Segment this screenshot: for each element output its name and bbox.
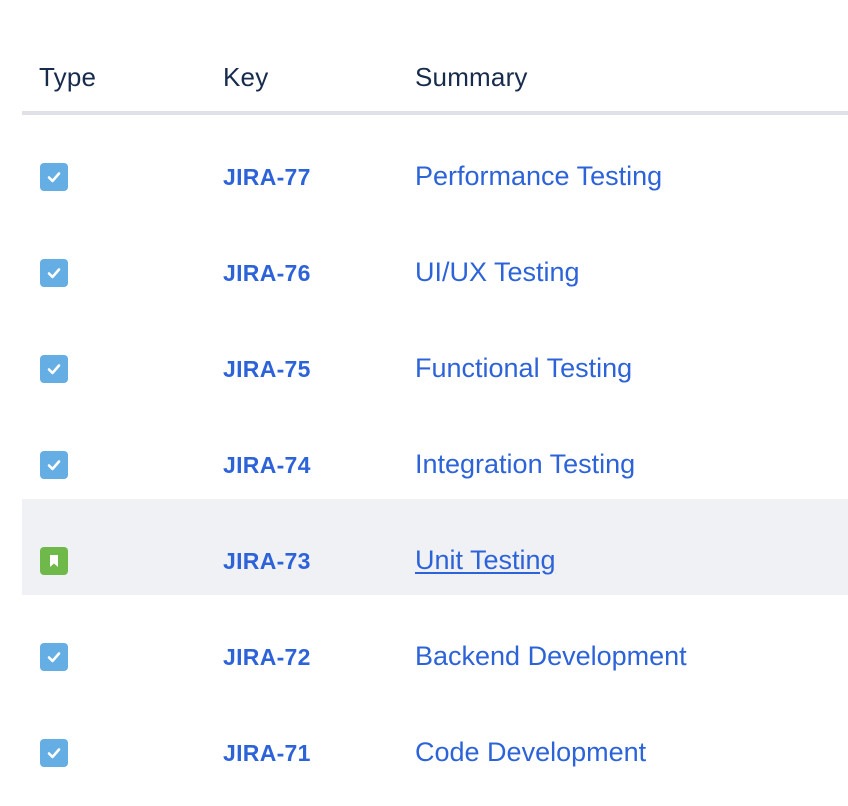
task-checkbox-icon bbox=[40, 739, 68, 767]
table-header: Type Key Summary bbox=[22, 0, 848, 115]
issue-summary-link[interactable]: Performance Testing bbox=[415, 161, 662, 192]
table-row[interactable]: JIRA-72 Backend Development bbox=[22, 595, 848, 691]
issue-key-link[interactable]: JIRA-77 bbox=[223, 164, 311, 191]
task-checkbox-icon bbox=[40, 451, 68, 479]
issue-key-link[interactable]: JIRA-75 bbox=[223, 356, 311, 383]
table-row[interactable]: JIRA-75 Functional Testing bbox=[22, 307, 848, 403]
issue-summary-link[interactable]: Functional Testing bbox=[415, 353, 632, 384]
column-header-key[interactable]: Key bbox=[223, 62, 268, 93]
issue-summary-link[interactable]: Backend Development bbox=[415, 641, 687, 672]
table-row[interactable]: JIRA-73 Unit Testing bbox=[22, 499, 848, 595]
issue-summary-link[interactable]: UI/UX Testing bbox=[415, 257, 580, 288]
issue-key-link[interactable]: JIRA-71 bbox=[223, 740, 311, 767]
column-header-summary[interactable]: Summary bbox=[415, 62, 528, 93]
task-checkbox-icon bbox=[40, 259, 68, 287]
column-header-type[interactable]: Type bbox=[39, 62, 96, 93]
issue-summary-link[interactable]: Unit Testing bbox=[415, 545, 556, 576]
task-checkbox-icon bbox=[40, 163, 68, 191]
task-checkbox-icon bbox=[40, 355, 68, 383]
issue-key-link[interactable]: JIRA-74 bbox=[223, 452, 311, 479]
story-bookmark-icon bbox=[40, 547, 68, 575]
table-row[interactable]: JIRA-77 Performance Testing bbox=[22, 115, 848, 211]
issue-key-link[interactable]: JIRA-72 bbox=[223, 644, 311, 671]
issue-key-link[interactable]: JIRA-73 bbox=[223, 548, 311, 575]
table-row[interactable]: JIRA-74 Integration Testing bbox=[22, 403, 848, 499]
issue-summary-link[interactable]: Integration Testing bbox=[415, 449, 635, 480]
issue-summary-link[interactable]: Code Development bbox=[415, 737, 646, 768]
table-row[interactable]: JIRA-71 Code Development bbox=[22, 691, 848, 787]
table-row[interactable]: JIRA-76 UI/UX Testing bbox=[22, 211, 848, 307]
issue-key-link[interactable]: JIRA-76 bbox=[223, 260, 311, 287]
task-checkbox-icon bbox=[40, 643, 68, 671]
issues-table: Type Key Summary JIRA-77 Performance Tes… bbox=[22, 0, 848, 787]
